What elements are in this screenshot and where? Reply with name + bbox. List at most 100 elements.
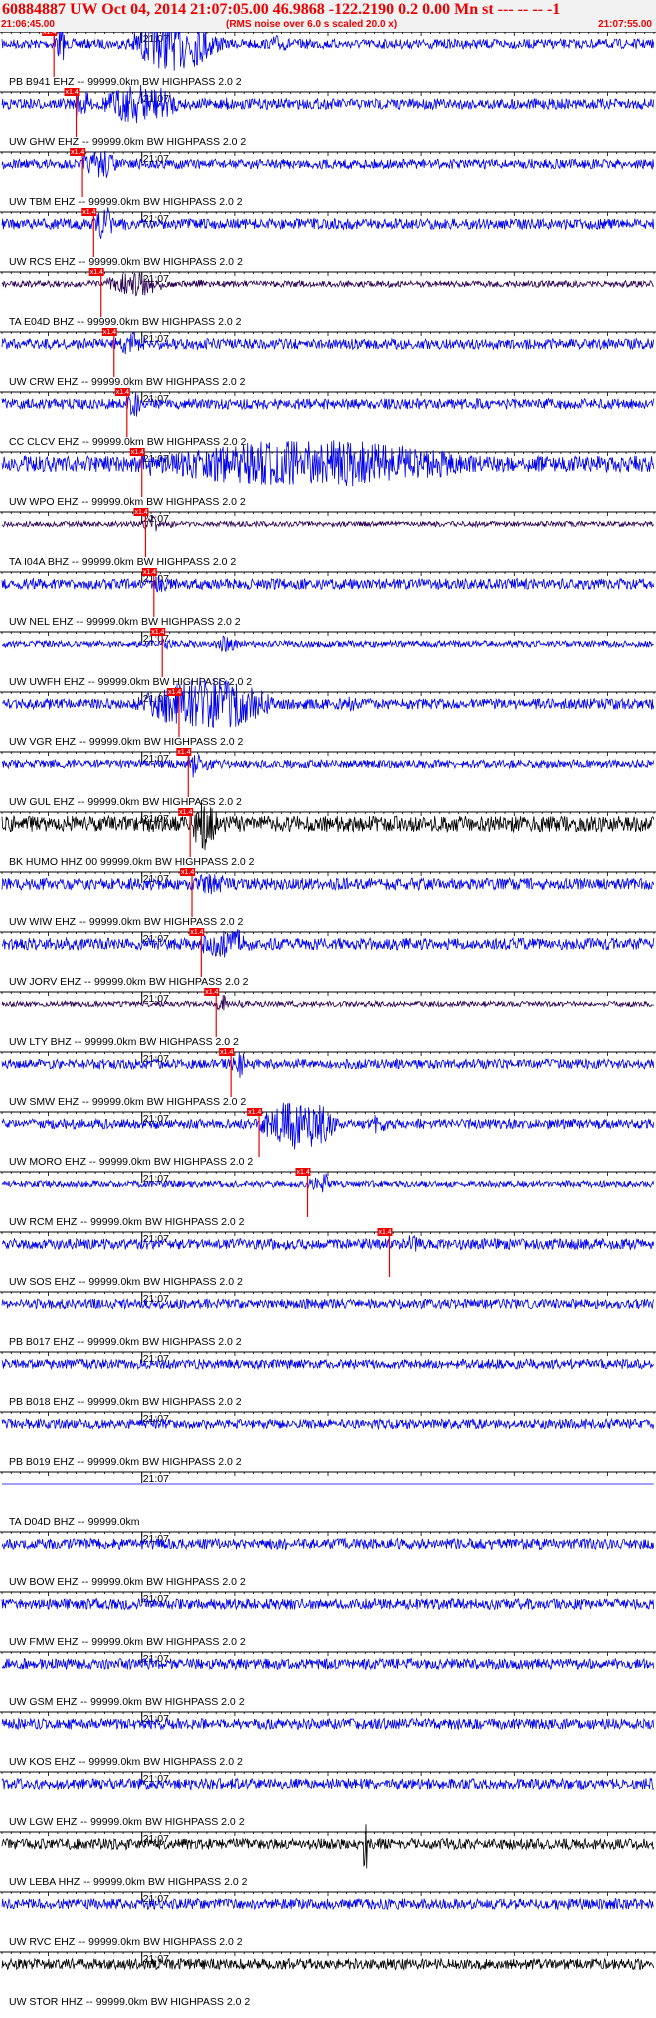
- pick-label: x1.4: [134, 509, 147, 516]
- waveform-trace: [1, 1102, 655, 1150]
- second-ticks: [1, 212, 655, 216]
- station-label: UW GHW EHZ -- 99999.0km BW HIGHPASS 2.0 …: [9, 136, 246, 148]
- waveform-trace: [1, 32, 655, 71]
- station-label: UW MORO EHZ -- 99999.0km BW HIGHPASS 2.0…: [9, 1156, 253, 1168]
- second-ticks: [1, 152, 655, 156]
- second-ticks: [1, 392, 655, 396]
- pick-label: x1.4: [82, 209, 95, 216]
- station-label: UW NEL EHZ -- 99999.0km BW HIGHPASS 2.0 …: [9, 616, 241, 628]
- second-ticks: [1, 752, 655, 756]
- station-label: PB B941 EHZ -- 99999.0km BW HIGHPASS 2.0…: [9, 76, 242, 88]
- waveform-trace: [1, 1173, 655, 1193]
- second-ticks: [1, 692, 655, 696]
- waveform-trace: [1, 575, 655, 593]
- station-label: UW SOS EHZ -- 99999.0km BW HIGHPASS 2.0 …: [9, 1276, 243, 1288]
- second-ticks: [1, 1892, 655, 1896]
- station-label: UW LGW EHZ -- 99999.0km BW HIGHPASS 2.0 …: [9, 1816, 245, 1828]
- station-label: UW SMW EHZ -- 99999.0km BW HIGHPASS 2.0 …: [9, 1096, 246, 1108]
- waveform-trace: [1, 1297, 655, 1311]
- second-ticks: [1, 332, 655, 336]
- station-label: UW RVC EHZ -- 99999.0km BW HIGHPASS 2.0 …: [9, 1936, 243, 1948]
- station-label: UW WIW EHZ -- 99999.0km BW HIGHPASS 2.0 …: [9, 916, 244, 928]
- station-label: CC CLCV EHZ -- 99999.0km BW HIGHPASS 2.0…: [9, 436, 246, 448]
- pick-label: x1.4: [151, 629, 164, 636]
- second-ticks: [1, 1172, 655, 1176]
- second-ticks: [1, 1532, 655, 1536]
- second-ticks: [1, 1052, 655, 1056]
- waveform-trace: [1, 635, 654, 653]
- pick-label: x1.4: [90, 269, 103, 276]
- minute-tick-label: 21:07: [143, 1773, 169, 1785]
- station-label: UW RCM EHZ -- 99999.0km BW HIGHPASS 2.0 …: [9, 1216, 245, 1228]
- station-label: UW TBM EHZ -- 99999.0km BW HIGHPASS 2.0 …: [9, 196, 243, 208]
- waveform-trace: [1, 1957, 655, 1971]
- second-ticks: [1, 1832, 655, 1836]
- pick-label: x1.4: [378, 1229, 391, 1236]
- pick-label: x1.4: [248, 1109, 261, 1116]
- second-ticks: [1, 992, 655, 996]
- pick-label: x1.4: [297, 1169, 310, 1176]
- waveform-trace: [1, 994, 654, 1011]
- second-ticks: [1, 1712, 655, 1716]
- waveform-trace: [1, 1234, 655, 1252]
- pick-label: x1.4: [168, 689, 181, 696]
- second-ticks: [1, 872, 655, 876]
- second-ticks: [1, 1112, 655, 1116]
- waveform-trace: [1, 1417, 655, 1431]
- waveform-trace: [1, 1657, 655, 1671]
- second-ticks: [1, 1652, 655, 1656]
- station-label: TA I04A BHZ -- 99999.0km BW HIGHPASS 2.0…: [9, 556, 236, 568]
- station-label: PB B017 EHZ -- 99999.0km BW HIGHPASS 2.0…: [9, 1336, 242, 1348]
- waveform-trace: [1, 1597, 655, 1611]
- second-ticks: [1, 812, 655, 816]
- station-label: UW STOR HHZ -- 99999.0km BW HIGHPASS 2.0…: [9, 1996, 250, 2008]
- second-ticks: [1, 1952, 655, 1956]
- traces-svg: 21:07 x1.4 PB B941 EHZ -- 99999.0km BW HIG…: [0, 32, 656, 2008]
- station-label: PB B019 EHZ -- 99999.0km BW HIGHPASS 2.0…: [9, 1456, 242, 1468]
- pick-label: x1.4: [103, 329, 116, 336]
- station-label: TA D04D BHZ -- 99999.0km: [9, 1516, 140, 1528]
- start-time: 21:06:45.00: [1, 19, 55, 30]
- waveform-trace: [1, 1537, 655, 1551]
- station-label: UW VGR EHZ -- 99999.0km BW HIGHPASS 2.0 …: [9, 736, 244, 748]
- second-ticks: [1, 1412, 655, 1416]
- waveform-trace: [1, 1052, 655, 1078]
- station-label: UW CRW EHZ -- 99999.0km BW HIGHPASS 2.0 …: [9, 376, 246, 388]
- pick-label: x1.4: [71, 149, 84, 156]
- station-label: UW LTY BHZ -- 99999.0km BW HIGHPASS 2.0 …: [9, 1036, 239, 1048]
- waveform-trace: [1, 1897, 655, 1911]
- pick-label: x1.4: [181, 869, 194, 876]
- station-label: UW RCS EHZ -- 99999.0km BW HIGHPASS 2.0 …: [9, 256, 243, 268]
- pick-label: x1.4: [116, 389, 129, 396]
- second-ticks: [1, 1472, 655, 1476]
- pick-label: x1.4: [179, 809, 192, 816]
- waveform-trace: [1, 515, 655, 532]
- station-label: UW GSM EHZ -- 99999.0km BW HIGHPASS 2.0 …: [9, 1696, 245, 1708]
- second-ticks: [1, 1232, 655, 1236]
- waveform-trace: [1, 873, 655, 895]
- pick-label: x1.4: [205, 989, 218, 996]
- waveform-trace: [1, 753, 655, 778]
- pick-label: x1.4: [177, 749, 190, 756]
- minute-tick-label: 21:07: [143, 1473, 169, 1485]
- station-label: UW GUL EHZ -- 99999.0km BW HIGHPASS 2.0 …: [9, 796, 242, 808]
- second-ticks: [1, 512, 655, 516]
- minute-tick-label: 21:07: [143, 1173, 169, 1185]
- second-ticks: [1, 1592, 655, 1596]
- event-title: 60884887 UW Oct 04, 2014 21:07:05.00 46.…: [2, 1, 561, 18]
- second-ticks: [1, 932, 655, 936]
- record-header: 60884887 UW Oct 04, 2014 21:07:05.00 46.…: [0, 0, 656, 33]
- station-label: BK HUMO HHZ 00 99999.0km BW HIGHPASS 2.0…: [9, 856, 255, 868]
- waveform-trace: [1, 84, 655, 124]
- pick-label: x1.4: [43, 32, 56, 36]
- end-time: 21:07:55.00: [598, 19, 652, 30]
- station-label: TA E04D BHZ -- 99999.0km BW HIGHPASS 2.0…: [9, 316, 242, 328]
- station-label: UW JORV EHZ -- 99999.0km BW HIGHPASS 2.0…: [9, 976, 249, 988]
- waveform-trace: [1, 1777, 655, 1791]
- second-ticks: [1, 1292, 655, 1296]
- station-label: UW LEBA HHZ -- 99999.0km BW HIGHPASS 2.0…: [9, 1876, 248, 1888]
- second-ticks: [1, 32, 655, 36]
- second-ticks: [1, 572, 655, 576]
- second-ticks: [1, 92, 655, 96]
- scaling-note: (RMS noise over 6.0 s scaled 20.0 x): [226, 19, 398, 30]
